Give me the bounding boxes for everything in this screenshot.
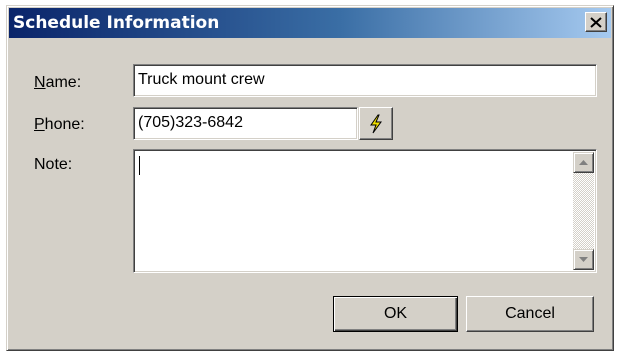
lightning-dial-icon xyxy=(370,114,382,133)
name-label-accelerator: N xyxy=(34,74,46,91)
scroll-down-button[interactable] xyxy=(573,249,594,270)
note-scrollbar[interactable] xyxy=(573,152,594,270)
phone-label: Phone: xyxy=(34,116,85,134)
title-bar[interactable]: Schedule Information xyxy=(9,8,611,38)
close-button[interactable] xyxy=(585,12,607,32)
cancel-button[interactable]: Cancel xyxy=(466,296,594,332)
scroll-up-arrow-icon xyxy=(579,160,588,165)
note-field-box xyxy=(133,149,597,273)
name-label: Name: xyxy=(34,74,81,92)
scroll-down-arrow-icon xyxy=(579,257,588,262)
note-textarea[interactable] xyxy=(138,154,568,266)
note-label: Note: xyxy=(34,156,73,173)
phone-label-text: hone: xyxy=(44,116,85,133)
dialog-title: Schedule Information xyxy=(13,13,220,33)
phone-field[interactable] xyxy=(138,114,353,132)
name-field-box xyxy=(133,64,597,97)
schedule-information-dialog: Schedule Information Name: Phone: Note: xyxy=(6,5,614,351)
scroll-up-button[interactable] xyxy=(573,152,594,173)
phone-field-box xyxy=(133,107,358,140)
name-field[interactable] xyxy=(138,71,592,89)
ok-button[interactable]: OK xyxy=(333,296,458,332)
phone-label-accelerator: P xyxy=(34,116,45,133)
close-icon xyxy=(590,16,602,28)
dial-phone-button[interactable] xyxy=(359,107,393,140)
name-label-text: ame: xyxy=(45,74,82,91)
